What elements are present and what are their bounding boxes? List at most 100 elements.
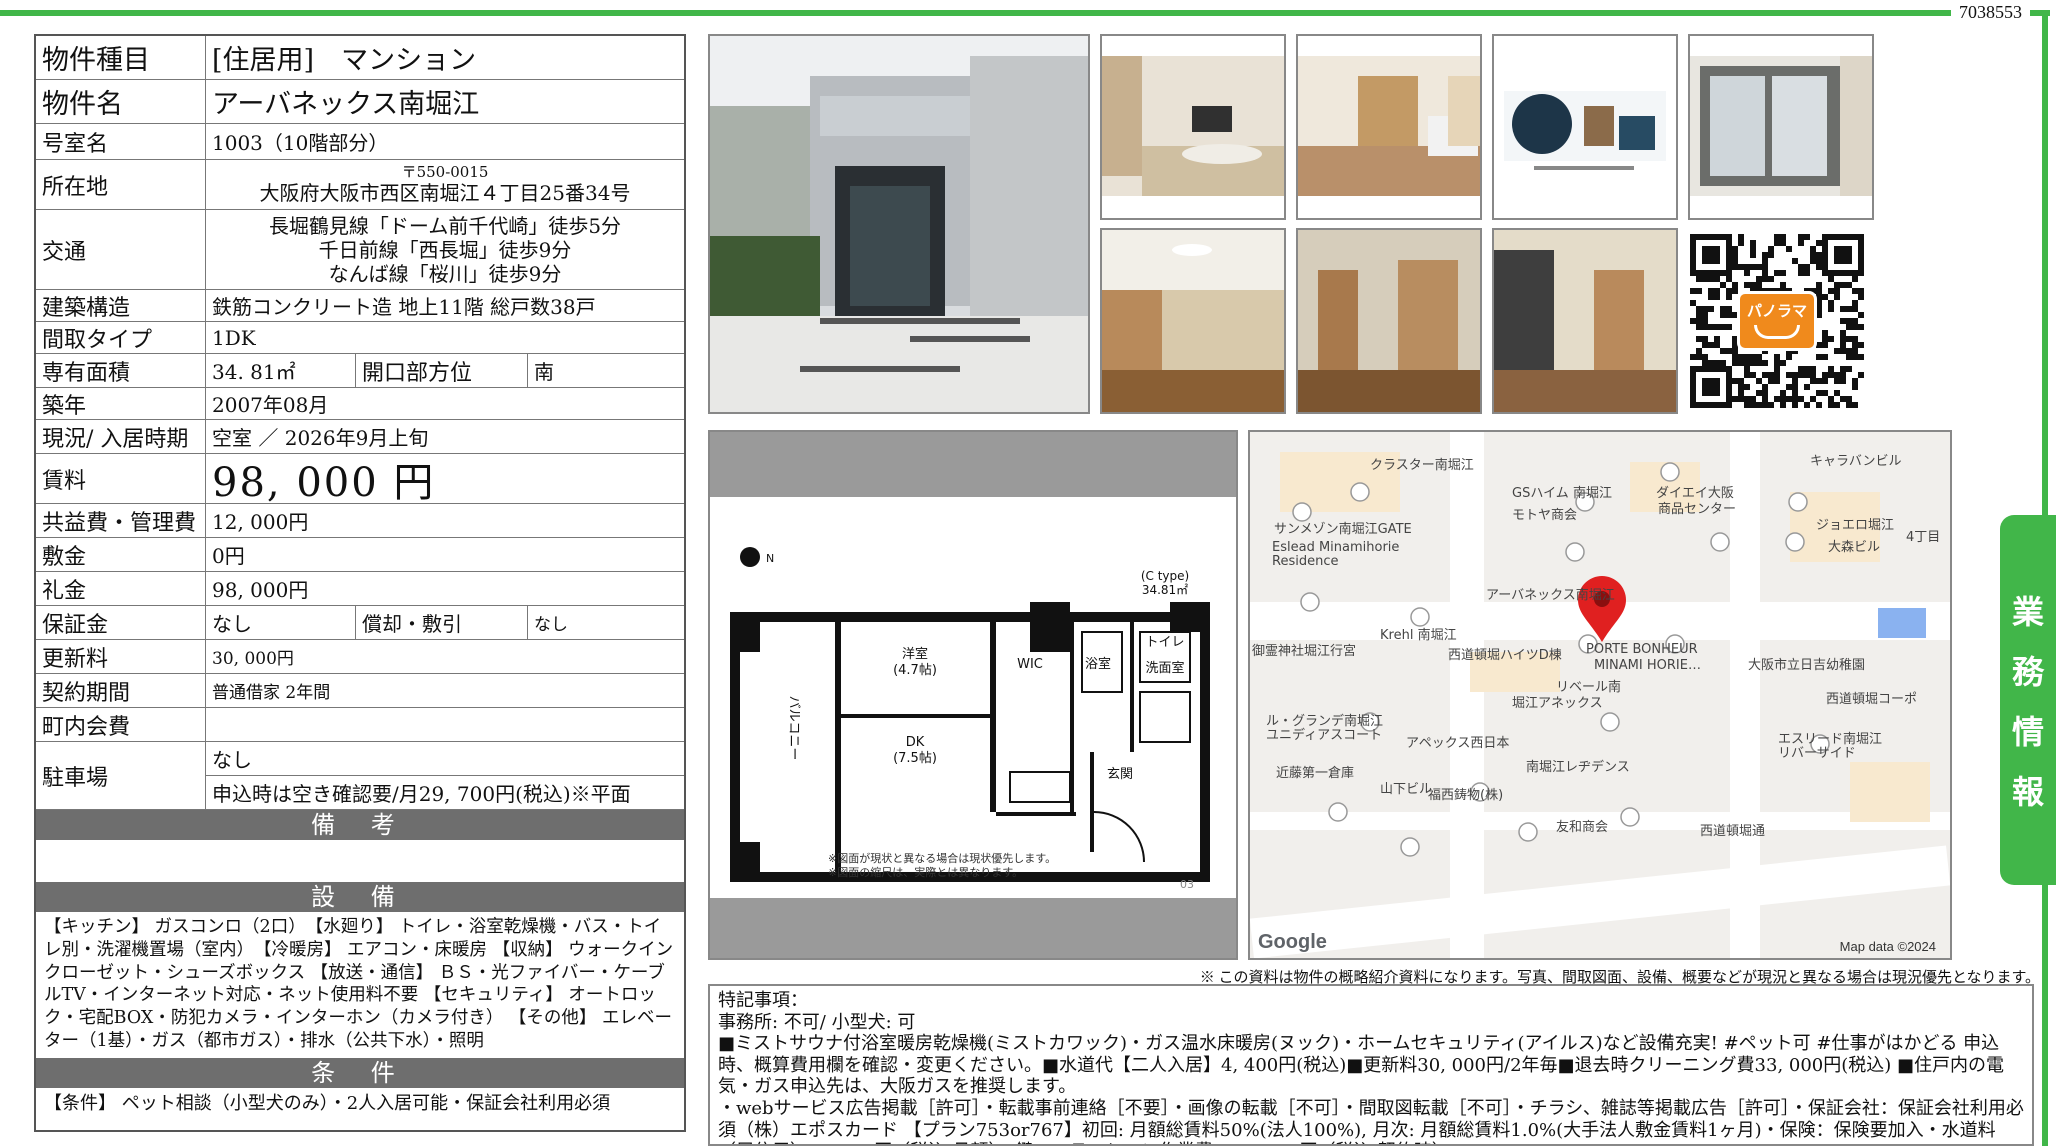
map-place-label: Krehl 南堀江 bbox=[1380, 628, 1457, 643]
room-label-dk: DK bbox=[906, 735, 925, 750]
row-contract: 契約期間 普通借家 2年間 bbox=[36, 674, 684, 708]
map-place-label: 山下ビル bbox=[1380, 782, 1433, 797]
map-place-label: PORTE BONHEUR bbox=[1586, 642, 1698, 657]
frame-top-border bbox=[0, 10, 2050, 16]
business-info-tab[interactable]: 業 務 情 報 bbox=[2000, 515, 2056, 885]
room-value: 1003（10階部分） bbox=[212, 131, 389, 155]
row-room: 号室名 1003（10階部分） bbox=[36, 124, 684, 160]
status-label: 現況/ 入居時期 bbox=[36, 420, 206, 453]
room-label-toilet: トイレ bbox=[1145, 635, 1184, 650]
name-label: 物件名 bbox=[36, 80, 206, 123]
room-photo[interactable] bbox=[1100, 228, 1286, 414]
layout-label: 間取タイプ bbox=[36, 322, 206, 353]
conditions-heading: 条 件 bbox=[36, 1058, 684, 1088]
floorplan-note: ※図面の縮尺は、実際とは異なります。 bbox=[828, 865, 1023, 879]
row-guarantee: 保証金 なし 償却・敷引 なし bbox=[36, 606, 684, 640]
map-place-label: Eslead Minamihorie bbox=[1272, 540, 1400, 555]
floorplan-note: ※図面が現状と異なる場合は現状優先します。 bbox=[828, 851, 1056, 865]
key-money-value: 98, 000円 bbox=[212, 578, 309, 602]
postal-code: 〒550-0015 bbox=[401, 163, 489, 182]
row-parking: 駐車場 なし 申込時は空き確認要/月29, 700円(税込)※平面 bbox=[36, 742, 684, 810]
map-place-label: 商品センター bbox=[1658, 502, 1737, 517]
floorplan-area: 34.81㎡ bbox=[1142, 583, 1188, 597]
amort-value: なし bbox=[534, 615, 568, 635]
facilities-heading: 設 備 bbox=[36, 882, 684, 912]
map-place-label: リバーサイド bbox=[1778, 746, 1856, 761]
facing-label: 開口部方位 bbox=[356, 354, 528, 387]
room-photo[interactable] bbox=[1100, 34, 1286, 220]
contract-value: 普通借家 2年間 bbox=[212, 683, 331, 703]
side-tab-char: 務 bbox=[2011, 653, 2044, 691]
notes-line: 特記事項： bbox=[718, 990, 808, 1011]
facing-value: 南 bbox=[534, 360, 554, 384]
access-line: 長堀鶴見線「ドーム前千代崎」徒歩5分 bbox=[268, 213, 622, 238]
map-place-label: サンメゾン南堀江GATE bbox=[1274, 522, 1412, 537]
row-town-fee: 町内会費 bbox=[36, 708, 684, 742]
property-info-table: 物件種目 [住居用] マンション 物件名 アーバネックス南堀江 号室名 1003… bbox=[34, 34, 686, 1132]
row-deposit: 敷金 0円 bbox=[36, 538, 684, 572]
town-fee-value bbox=[206, 708, 684, 741]
room-photo[interactable] bbox=[1688, 34, 1874, 220]
remarks-body bbox=[36, 840, 684, 882]
deposit-label: 敷金 bbox=[36, 538, 206, 571]
map-place-label: 南堀江レヂデンス bbox=[1526, 760, 1630, 775]
name-value: アーバネックス南堀江 bbox=[212, 89, 480, 120]
fee-label: 共益費・管理費 bbox=[36, 504, 206, 537]
floorplan-page: 03 bbox=[1180, 878, 1194, 891]
map-place-label: ジョエロ堀江 bbox=[1816, 518, 1895, 533]
room-label-western: 洋室 bbox=[902, 646, 928, 662]
map-place-label: アーバネックス南堀江 bbox=[1486, 588, 1615, 603]
map-attribution: Map data ©2024 bbox=[1839, 939, 1936, 954]
map-place-label: アペックス西日本 bbox=[1406, 736, 1510, 751]
row-fee: 共益費・管理費 12, 000円 bbox=[36, 504, 684, 538]
map-place-label: 西道頓堀通 bbox=[1700, 824, 1766, 839]
map-place-label: クラスター南堀江 bbox=[1370, 458, 1474, 473]
location-map[interactable]: クラスター南堀江 キャラバンビル GSハイム 南堀江 ダイエイ大阪 商品センター サンメゾ… bbox=[1248, 430, 1952, 960]
notes-line: ・webサービス広告掲載［許可］・転載事前連絡［不要］・画像の転載［不可］・間取… bbox=[718, 1097, 2024, 1144]
remarks-heading: 備 考 bbox=[36, 810, 684, 840]
status-value: 空室 ／ 2026年9月上旬 bbox=[212, 426, 429, 450]
map-place-label: 御霊神社堀江行宮 bbox=[1252, 644, 1357, 659]
exterior-photo[interactable] bbox=[708, 34, 1090, 414]
row-key-money: 礼金 98, 000円 bbox=[36, 572, 684, 606]
google-logo: Google bbox=[1258, 931, 1327, 953]
deposit-value: 0円 bbox=[212, 544, 245, 568]
access-label: 交通 bbox=[36, 210, 206, 289]
map-place-label: 西道頓堀ハイツD棟 bbox=[1448, 648, 1562, 663]
area-value: 34. 81㎡ bbox=[206, 354, 356, 387]
delivery-service-image[interactable] bbox=[1492, 34, 1678, 220]
rent-label: 賃料 bbox=[36, 454, 206, 503]
access-line: 千日前線「西長堀」徒歩9分 bbox=[318, 237, 572, 262]
renewal-label: 更新料 bbox=[36, 640, 206, 673]
room-photo[interactable] bbox=[1296, 34, 1482, 220]
town-fee-label: 町内会費 bbox=[36, 708, 206, 741]
notes-line: ■ミストサウナ付浴室暖房乾燥機(ミストカワック)・ガス温水床暖房(ヌック)・ホー… bbox=[718, 1033, 2005, 1098]
panorama-qr-code[interactable]: パノラマ bbox=[1690, 234, 1864, 408]
room-label: 号室名 bbox=[36, 124, 206, 159]
room-photo[interactable] bbox=[1492, 228, 1678, 414]
room-label-washroom: 洗面室 bbox=[1145, 660, 1184, 676]
map-place-label: 福西鋳物(株) bbox=[1428, 788, 1504, 803]
type-value: [住居用] マンション bbox=[212, 45, 477, 76]
room-label-bath: 浴室 bbox=[1085, 656, 1111, 672]
floor-plan[interactable]: N (C type) 34.81㎡ 洋室 (4.7帖) DK (7.5帖) WI… bbox=[708, 430, 1238, 960]
rotate-arrows-icon bbox=[1754, 325, 1800, 339]
parking-value: なし bbox=[206, 742, 684, 776]
room-photo[interactable] bbox=[1296, 228, 1482, 414]
map-place-label: 西道頓堀コーポ bbox=[1826, 692, 1918, 707]
map-place-label: 大阪市立日吉幼稚園 bbox=[1748, 658, 1866, 673]
built-label: 築年 bbox=[36, 388, 206, 419]
room-label-dk-size: (7.5帖) bbox=[893, 751, 937, 766]
access-line: なんば線「桜川」徒歩9分 bbox=[328, 261, 562, 286]
type-label: 物件種目 bbox=[36, 36, 206, 79]
row-renewal: 更新料 30, 000円 bbox=[36, 640, 684, 674]
structure-value: 鉄筋コンクリート造 地上11階 総戸数38戸 bbox=[212, 295, 596, 319]
row-rent: 賃料 98, 000 円 bbox=[36, 454, 684, 506]
room-label-balcony: バルコニー bbox=[786, 696, 801, 761]
map-place-label: ユニディアスコート bbox=[1266, 728, 1383, 743]
panorama-badge[interactable]: パノラマ bbox=[1737, 291, 1817, 351]
row-area: 専有面積 34. 81㎡ 開口部方位 南 bbox=[36, 354, 684, 388]
north-label: N bbox=[766, 552, 774, 565]
structure-label: 建築構造 bbox=[36, 290, 206, 321]
special-notes: 特記事項： 事務所: 不可/ 小型犬: 可 ■ミストサウナ付浴室暖房乾燥機(ミス… bbox=[708, 984, 2034, 1146]
